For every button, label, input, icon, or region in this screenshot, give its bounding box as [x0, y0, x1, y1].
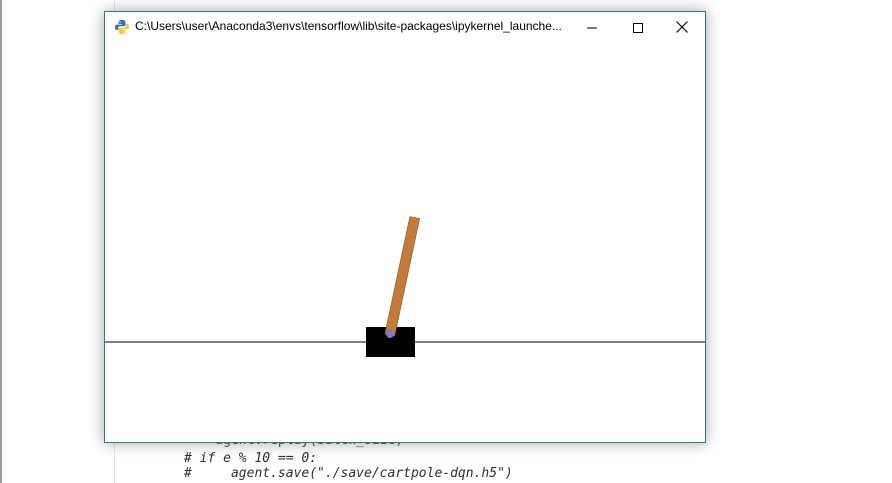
cartpole-window[interactable]: C:\Users\user\Anaconda3\envs\tensorflow\… [104, 11, 706, 443]
window-titlebar[interactable]: C:\Users\user\Anaconda3\envs\tensorflow\… [105, 12, 705, 42]
close-button[interactable] [659, 12, 705, 42]
maximize-icon [633, 18, 643, 37]
cartpole-scene [105, 216, 705, 357]
close-icon [676, 18, 688, 37]
desktop: agent.replay(batch_size) # if e % 10 == … [0, 0, 892, 483]
axle [386, 330, 394, 338]
code-line[interactable]: # agent.save("./save/cartpole-dqn.h5") [184, 466, 513, 481]
minimize-button[interactable] [569, 12, 615, 42]
render-canvas [105, 42, 705, 442]
code-line[interactable]: # if e % 10 == 0: [184, 451, 317, 466]
desktop-left-edge [0, 0, 2, 483]
window-title: C:\Users\user\Anaconda3\envs\tensorflow\… [135, 19, 562, 33]
maximize-button[interactable] [615, 12, 661, 42]
minimize-icon [587, 18, 597, 37]
python-icon [114, 19, 130, 35]
pole [384, 216, 420, 337]
